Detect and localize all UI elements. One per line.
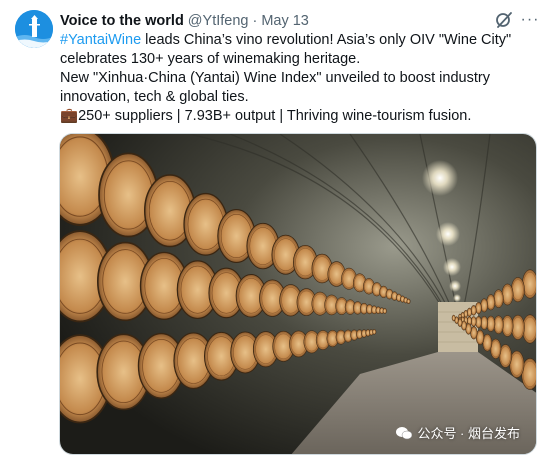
tweet-date[interactable]: May 13 [261,13,309,29]
tweet-text: #YantaiWine leads China’s vino revolutio… [60,31,538,126]
hashtag-link[interactable]: #YantaiWine [60,32,141,48]
tweet-line-3-text: 250+ suppliers | 7.93B+ output | Thrivin… [78,108,472,124]
wine-barrel [511,277,525,303]
wine-barrel [406,298,411,304]
tweet-media-photo[interactable]: 公众号 · 烟台发布 [59,133,537,455]
briefcase-icon: 💼 [60,108,79,124]
wechat-icon [396,426,413,439]
wine-barrel [493,289,504,309]
wine-barrel [486,294,496,311]
wine-cellar-photo [60,134,536,454]
wine-barrel [522,269,536,299]
grok-icon[interactable] [494,10,514,30]
separator-dot: · [252,13,258,29]
wine-barrel [382,308,387,314]
wine-barrel [501,283,514,306]
tweet-line-1: #YantaiWine leads China’s vino revolutio… [60,31,538,69]
tweet-line-2: New "Xinhua·China (Yantai) Wine Index" u… [60,70,490,105]
tweet-card[interactable]: Voice to the world @YtIfeng · May 13 ···… [0,0,554,461]
tweet-header: Voice to the world @YtIfeng · May 13 [60,11,534,31]
avatar-lighthouse-icon [15,10,53,48]
author-name[interactable]: Voice to the world [60,13,184,29]
author-handle[interactable]: @YtIfeng [188,13,249,29]
more-icon[interactable]: ··· [520,10,540,30]
wine-barrel [372,329,377,335]
watermark-text: 公众号 · 烟台发布 [417,426,520,441]
tweet-line-3: 💼250+ suppliers | 7.93B+ output | Thrivi… [60,107,538,126]
wine-barrel [451,314,456,322]
avatar[interactable] [15,10,53,48]
watermark: 公众号 · 烟台发布 [396,423,520,442]
